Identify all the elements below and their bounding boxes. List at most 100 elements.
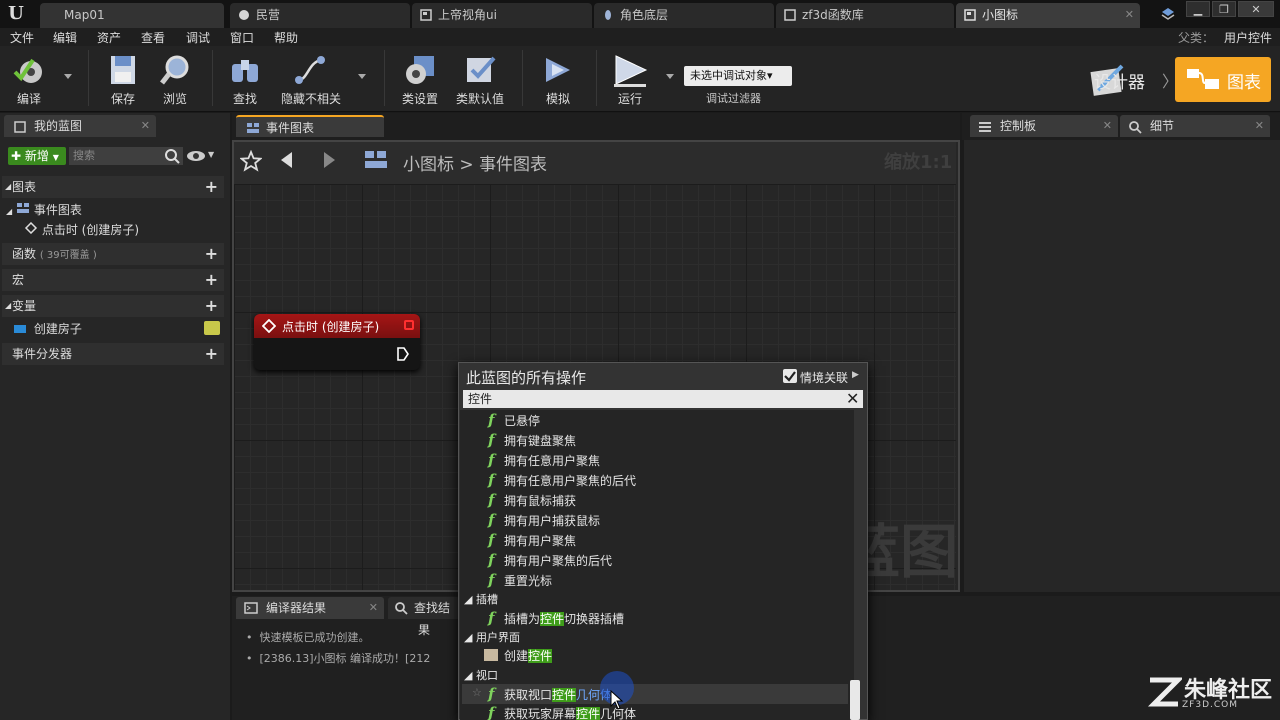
class-settings-button[interactable]: 类设置	[396, 46, 444, 108]
add-macro-plus-icon[interactable]: +	[205, 269, 218, 291]
tab-label: 上帝视角ui	[438, 8, 497, 22]
action-item[interactable]: f 重置光标	[488, 570, 552, 590]
action-list-scrollbar[interactable]	[850, 680, 860, 720]
compile-options-chevron-icon[interactable]	[64, 74, 72, 79]
action-item[interactable]: f 拥有任意用户聚焦	[488, 450, 600, 470]
search-icon[interactable]	[164, 148, 180, 164]
exec-output-pin-icon[interactable]	[396, 346, 410, 362]
action-item[interactable]: f 拥有用户聚焦的后代	[488, 550, 612, 570]
close-icon[interactable]: ✕	[1103, 115, 1112, 137]
find-button[interactable]: 查找	[222, 46, 268, 108]
breadcrumb-root[interactable]: 小图标	[403, 155, 454, 175]
function-icon: f	[488, 411, 495, 429]
close-icon[interactable]: ✕	[369, 597, 378, 619]
simulate-button[interactable]: 模拟	[534, 46, 582, 108]
menu-asset[interactable]: 资产	[97, 29, 121, 46]
action-search-input[interactable]: 控件	[463, 390, 863, 408]
add-graph-plus-icon[interactable]: +	[205, 176, 218, 198]
save-button[interactable]: 保存	[100, 46, 146, 108]
chevron-right-icon[interactable]: ▶	[852, 370, 859, 380]
action-item[interactable]: f 插槽为控件切换器插槽	[488, 608, 624, 628]
close-window-button[interactable]: ✕	[1238, 1, 1274, 17]
event-graph-item[interactable]: ◢ 事件图表	[6, 201, 82, 221]
details-panel	[964, 140, 1280, 592]
close-icon[interactable]: ✕	[141, 115, 150, 137]
tab-palette[interactable]: 控制板 ✕	[970, 115, 1118, 137]
tab-find-results[interactable]: 查找结果	[388, 597, 460, 637]
functions-category[interactable]: 函数 ( 39可覆盖 ) +	[2, 243, 224, 265]
debug-object-select[interactable]: 未选中调试对象▾	[684, 66, 792, 86]
tab-character-base[interactable]: 角色底层	[594, 3, 774, 28]
tab-my-blueprint[interactable]: 我的蓝图 ✕	[4, 115, 156, 137]
add-variable-plus-icon[interactable]: +	[205, 295, 218, 317]
menu-edit[interactable]: 编辑	[53, 29, 77, 46]
designer-mode-label[interactable]: 设计器	[1094, 68, 1145, 93]
hide-unrelated-chevron-icon[interactable]	[358, 74, 366, 79]
clear-search-x-icon[interactable]: ✕	[846, 389, 859, 408]
favorite-star-icon[interactable]	[240, 150, 262, 172]
menu-window[interactable]: 窗口	[230, 29, 254, 46]
corner-logo-subtitle: ZF3D.COM	[1182, 700, 1238, 710]
action-item[interactable]: f 拥有键盘聚焦	[488, 430, 576, 450]
unreal-logo-icon[interactable]: U	[4, 2, 28, 26]
close-icon[interactable]: ✕	[1255, 115, 1264, 137]
tab-event-graph[interactable]: 事件图表	[236, 115, 384, 137]
back-arrow-icon[interactable]	[276, 149, 298, 171]
menu-debug[interactable]: 调试	[186, 29, 210, 46]
action-category[interactable]: ◢ 插槽	[464, 591, 498, 607]
eye-view-options-icon[interactable]	[186, 150, 206, 162]
play-icon	[614, 55, 648, 87]
mouse-cursor-icon	[610, 690, 624, 710]
visibility-eye-icon[interactable]	[204, 321, 220, 335]
menu-help[interactable]: 帮助	[274, 29, 298, 46]
play-options-chevron-icon[interactable]	[666, 74, 674, 79]
breadcrumb-leaf[interactable]: 事件图表	[479, 155, 547, 175]
class-defaults-button[interactable]: 类默认值	[452, 46, 508, 108]
minimize-button[interactable]: ▁	[1186, 1, 1210, 17]
add-function-plus-icon[interactable]: +	[205, 243, 218, 265]
variable-item-create-house[interactable]: 创建房子	[14, 320, 224, 338]
tab-compiler-results[interactable]: 编译器结果 ✕	[236, 597, 384, 619]
forward-arrow-icon[interactable]	[318, 149, 340, 171]
chevron-down-icon[interactable]: ▼	[208, 150, 214, 159]
action-item[interactable]: f 已悬停	[488, 410, 540, 430]
hide-unrelated-button[interactable]: 隐藏不相关	[276, 46, 346, 108]
restore-button[interactable]: ❐	[1212, 1, 1236, 17]
add-new-button[interactable]: ✚ 新增 ▼	[8, 147, 66, 165]
action-item[interactable]: f 拥有鼠标捕获	[488, 490, 576, 510]
macros-category[interactable]: 宏 +	[2, 269, 224, 291]
action-item[interactable]: f 拥有用户捕获鼠标	[488, 510, 600, 530]
event-item-on-clicked[interactable]: 点击时 (创建房子)	[24, 221, 139, 239]
tab-function-library[interactable]: zf3d函数库	[776, 3, 954, 28]
event-dispatchers-category[interactable]: 事件分发器 +	[2, 343, 224, 365]
compile-button[interactable]: 编译	[4, 46, 54, 108]
document-tab-bar: U Map01 民营 上帝视角ui 角色底层 zf3d函数库 小图标 ✕ ▁ ❐…	[0, 0, 1280, 28]
tab-small-icon[interactable]: 小图标 ✕	[956, 3, 1140, 28]
menu-view[interactable]: 查看	[141, 29, 165, 46]
context-sensitive-checkbox[interactable]	[783, 369, 797, 383]
action-item[interactable]: 创建控件	[484, 646, 553, 666]
action-category[interactable]: ◢ 视口	[464, 667, 498, 683]
play-button[interactable]: 运行	[606, 46, 654, 108]
source-control-icon[interactable]	[1160, 6, 1176, 22]
parent-class-value[interactable]: 用户控件	[1224, 29, 1272, 46]
tab-map01[interactable]: Map01	[40, 3, 224, 28]
close-icon[interactable]: ✕	[1125, 3, 1134, 27]
graph-mode-label[interactable]: 图表	[1227, 68, 1261, 93]
action-category[interactable]: ◢ 用户界面	[464, 629, 520, 645]
favorite-star-icon[interactable]: ☆	[472, 686, 482, 699]
tab-details[interactable]: 细节 ✕	[1120, 115, 1270, 137]
tab-minying[interactable]: 民营	[230, 3, 410, 28]
tab-god-view-ui[interactable]: 上帝视角ui	[412, 3, 592, 28]
action-item[interactable]: f 拥有用户聚焦	[488, 530, 576, 550]
function-library-icon	[784, 9, 796, 21]
graphs-category[interactable]: ◢ 图表 +	[2, 176, 224, 198]
browse-button[interactable]: 浏览	[152, 46, 198, 108]
action-item[interactable]: f 拥有任意用户聚焦的后代	[488, 470, 636, 490]
variables-category[interactable]: ◢ 变量 +	[2, 295, 224, 317]
add-dispatcher-plus-icon[interactable]: +	[205, 343, 218, 365]
menu-file[interactable]: 文件	[10, 29, 34, 46]
action-item[interactable]: f 获取视口控件几何体	[488, 684, 612, 704]
delegate-pin-icon[interactable]	[404, 320, 414, 330]
toolbar-divider	[522, 50, 523, 106]
